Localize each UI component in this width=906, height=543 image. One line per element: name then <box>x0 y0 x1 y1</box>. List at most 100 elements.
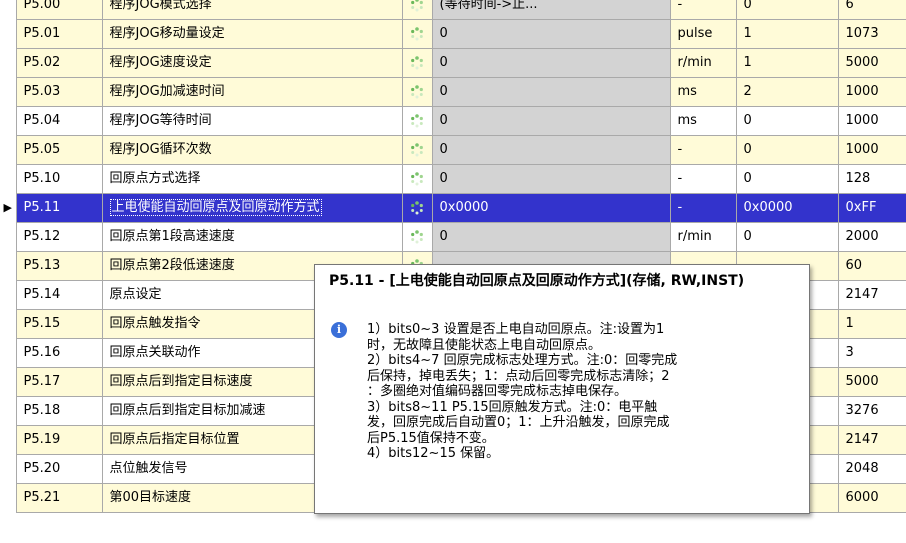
row-indicator <box>0 251 17 281</box>
row-indicator <box>0 106 17 136</box>
param-code: P5.16 <box>15 338 103 368</box>
param-value[interactable]: 0 <box>431 135 671 165</box>
param-name-text: 回原点后到指定目标速度 <box>109 374 253 389</box>
param-code: P5.19 <box>15 425 103 455</box>
table-row[interactable]: ▶ P5.11 上电使能自动回原点及回原动作方式 0x0000-0x0000 0xFF <box>0 193 906 223</box>
tooltip-line: 发，回原完成后自动置0；1：上升沿触发，回原完成 <box>367 415 670 430</box>
param-unit: - <box>669 193 737 223</box>
param-name-text: 程序JOG循环次数 <box>109 142 212 157</box>
param-max: 1000 <box>837 135 906 165</box>
param-min: 0 <box>735 222 839 252</box>
edit-status-icon[interactable] <box>401 48 433 78</box>
spinner-icon <box>411 200 423 214</box>
param-value[interactable]: 0 <box>431 222 671 252</box>
param-value[interactable]: 0x0000 <box>431 193 671 223</box>
tooltip-line: 2）bits4~7 回原完成标志处理方式。注:0：回零完成 <box>367 353 678 368</box>
param-max: 3276 <box>837 396 906 426</box>
param-value[interactable]: 0 <box>431 48 671 78</box>
param-max: 2000 <box>837 222 906 252</box>
param-unit: - <box>669 0 737 20</box>
spinner-icon <box>411 26 423 40</box>
row-indicator <box>0 396 17 426</box>
row-indicator <box>0 280 17 310</box>
tooltip-line: ：多圈绝对值编码器回零完成标志掉电保存。 <box>367 384 628 399</box>
param-max: 5000 <box>837 367 906 397</box>
param-value[interactable]: (等待时间->止... <box>431 0 671 20</box>
param-unit: ms <box>669 106 737 136</box>
param-max: 5000 <box>837 48 906 78</box>
spinner-icon <box>411 0 423 11</box>
param-name: 程序JOG等待时间 <box>101 106 403 136</box>
param-min: 1 <box>735 19 839 49</box>
param-code: P5.13 <box>15 251 103 281</box>
param-code: P5.04 <box>15 106 103 136</box>
param-name-text: 回原点关联动作 <box>109 345 201 360</box>
param-value[interactable]: 0 <box>431 19 671 49</box>
row-selected-arrow-icon: ▶ <box>3 201 12 214</box>
tooltip-line: 时，无故障且使能状态上电自动回原点。 <box>367 337 602 353</box>
row-indicator <box>0 135 17 165</box>
param-name-text: 回原点后到指定目标加减速 <box>109 403 266 418</box>
param-code: P5.01 <box>15 19 103 49</box>
param-max: 2147 <box>837 280 906 310</box>
param-value[interactable]: 0 <box>431 77 671 107</box>
row-indicator <box>0 338 17 368</box>
table-row[interactable]: P5.01 程序JOG移动量设定 0 pulse 1 1073 <box>0 19 906 49</box>
row-indicator <box>0 425 17 455</box>
spinner-icon <box>411 55 423 69</box>
row-indicator <box>0 164 17 194</box>
param-code: P5.00 <box>15 0 103 20</box>
param-min: 0 <box>735 135 839 165</box>
tooltip-line: 后P5.15值保持不变。 <box>367 430 495 446</box>
param-name: 回原点第1段高速速度 <box>101 222 403 252</box>
table-row[interactable]: P5.03 程序JOG加减速时间 0 ms 2 1000 <box>0 77 906 107</box>
param-name: 程序JOG移动量设定 <box>101 19 403 49</box>
param-value[interactable]: 0 <box>431 106 671 136</box>
param-name-text: 回原点后指定目标位置 <box>109 432 240 447</box>
param-code: P5.17 <box>15 367 103 397</box>
spinner-icon <box>411 142 423 156</box>
param-max: 6 <box>837 0 906 20</box>
table-row[interactable]: P5.02 程序JOG速度设定 0 r/min 1 5000 <box>0 48 906 78</box>
edit-status-icon[interactable] <box>401 164 433 194</box>
param-value[interactable]: 0 <box>431 164 671 194</box>
edit-status-icon[interactable] <box>401 222 433 252</box>
table-row[interactable]: P5.04 程序JOG等待时间 0 ms 0 1000 <box>0 106 906 136</box>
parameter-tooltip: P5.11 - [上电使能自动回原点及回原动作方式](存储, RW,INST) … <box>314 264 810 514</box>
param-max: 1000 <box>837 77 906 107</box>
param-code: P5.05 <box>15 135 103 165</box>
param-max: 0xFF <box>837 193 906 223</box>
edit-status-icon[interactable] <box>401 193 433 223</box>
param-min: 0 <box>735 106 839 136</box>
param-code: P5.02 <box>15 48 103 78</box>
edit-status-icon[interactable] <box>401 106 433 136</box>
param-code: P5.21 <box>15 483 103 513</box>
param-code: P5.03 <box>15 77 103 107</box>
table-row[interactable]: P5.05 程序JOG循环次数 0-0 1000 <box>0 135 906 165</box>
edit-status-icon[interactable] <box>401 19 433 49</box>
edit-status-icon[interactable] <box>401 0 433 20</box>
param-name: 程序JOG循环次数 <box>101 135 403 165</box>
table-row[interactable]: P5.00 程序JOG模式选择 (等待时间->止... -0 6 <box>0 0 906 20</box>
edit-status-icon[interactable] <box>401 77 433 107</box>
param-unit: - <box>669 164 737 194</box>
spinner-icon <box>411 229 423 243</box>
param-unit: r/min <box>669 48 737 78</box>
edit-status-icon[interactable] <box>401 135 433 165</box>
param-max: 60 <box>837 251 906 281</box>
param-unit: ms <box>669 77 737 107</box>
param-max: 1 <box>837 309 906 339</box>
param-name-text: 程序JOG速度设定 <box>109 55 212 70</box>
param-min: 0 <box>735 0 839 20</box>
spinner-icon <box>411 113 423 127</box>
param-name-text: 第00目标速度 <box>109 490 192 505</box>
table-row[interactable]: P5.12 回原点第1段高速速度 0 r/min 0 2000 <box>0 222 906 252</box>
row-indicator <box>0 48 17 78</box>
param-code: P5.20 <box>15 454 103 484</box>
param-name-text: 程序JOG等待时间 <box>109 113 212 128</box>
param-min: 0x0000 <box>735 193 839 223</box>
param-name-text: 回原点触发指令 <box>109 316 201 331</box>
table-row[interactable]: P5.10 回原点方式选择 0-0 128 <box>0 164 906 194</box>
param-code: P5.10 <box>15 164 103 194</box>
param-name: 上电使能自动回原点及回原动作方式 <box>101 193 403 223</box>
